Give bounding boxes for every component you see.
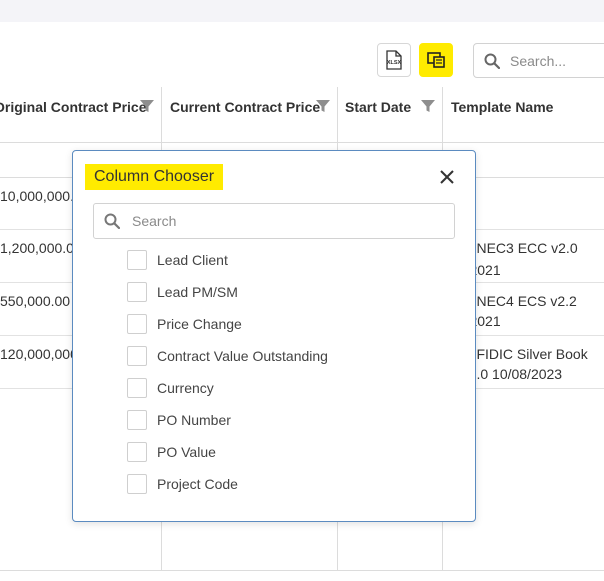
column-chooser-dialog: Column Chooser Lead Client Lead PM/SM Pr… — [72, 150, 476, 522]
column-checkbox[interactable] — [127, 346, 147, 366]
grid-search-box[interactable] — [473, 43, 604, 78]
column-checkbox[interactable] — [127, 314, 147, 334]
column-chooser-button[interactable] — [419, 43, 453, 77]
column-option[interactable]: PO Value — [127, 440, 216, 464]
column-checkbox[interactable] — [127, 282, 147, 302]
export-excel-button[interactable]: XLSX — [377, 43, 411, 77]
top-band — [0, 0, 604, 22]
column-checkbox[interactable] — [127, 410, 147, 430]
column-option[interactable]: Lead PM/SM — [127, 280, 238, 304]
column-header-label: Start Date — [345, 99, 412, 115]
column-option-label: PO Number — [157, 412, 231, 428]
column-option-label: Project Code — [157, 476, 238, 492]
filter-funnel-icon[interactable] — [420, 98, 436, 114]
xlsx-file-icon: XLSX — [386, 50, 402, 70]
column-checkbox[interactable] — [127, 378, 147, 398]
cell-original-price: 1,200,000.00 — [0, 240, 82, 256]
column-checkbox[interactable] — [127, 442, 147, 462]
column-header-label: Template Name — [451, 99, 554, 115]
search-icon — [484, 53, 500, 69]
filter-funnel-icon[interactable] — [315, 98, 331, 114]
filter-funnel-icon[interactable] — [139, 98, 155, 114]
column-option-label: Currency — [157, 380, 214, 396]
column-checkbox[interactable] — [127, 474, 147, 494]
column-chooser-icon — [427, 52, 445, 68]
column-header-start-date[interactable]: Start Date — [345, 87, 425, 127]
cell-original-price: 550,000.00 — [0, 293, 71, 309]
column-option-label: PO Value — [157, 444, 216, 460]
column-option[interactable]: Lead Client — [127, 248, 228, 272]
column-search-box[interactable] — [93, 203, 455, 239]
column-header-label: Current Contract Price — [170, 99, 321, 115]
column-checkbox[interactable] — [127, 250, 147, 270]
column-option-label: Price Change — [157, 316, 242, 332]
column-header-label: Original Contract Price — [0, 99, 147, 115]
search-icon — [104, 213, 120, 229]
column-header-template-name[interactable]: Template Name — [451, 87, 601, 127]
column-option-label: Contract Value Outstanding — [157, 348, 328, 364]
column-option-label: Lead PM/SM — [157, 284, 238, 300]
column-header-original-contract-price[interactable]: Original Contract Price — [0, 87, 154, 127]
dialog-title: Column Chooser — [85, 164, 224, 190]
cell-original-price: 120,000,000 — [0, 346, 78, 362]
column-option-label: Lead Client — [157, 252, 228, 268]
column-header-current-contract-price[interactable]: Current Contract Price — [170, 87, 320, 127]
cell-original-price: 10,000,000.0 — [0, 188, 82, 204]
close-icon[interactable] — [437, 167, 457, 187]
column-option[interactable]: Contract Value Outstanding — [127, 344, 328, 368]
column-option[interactable]: Project Code — [127, 472, 238, 496]
column-option[interactable]: Price Change — [127, 312, 242, 336]
column-option[interactable]: Currency — [127, 376, 214, 400]
svg-text:XLSX: XLSX — [387, 60, 402, 66]
column-option[interactable]: PO Number — [127, 408, 231, 432]
grid-search-input[interactable] — [508, 51, 592, 70]
column-search-input[interactable] — [130, 212, 434, 230]
